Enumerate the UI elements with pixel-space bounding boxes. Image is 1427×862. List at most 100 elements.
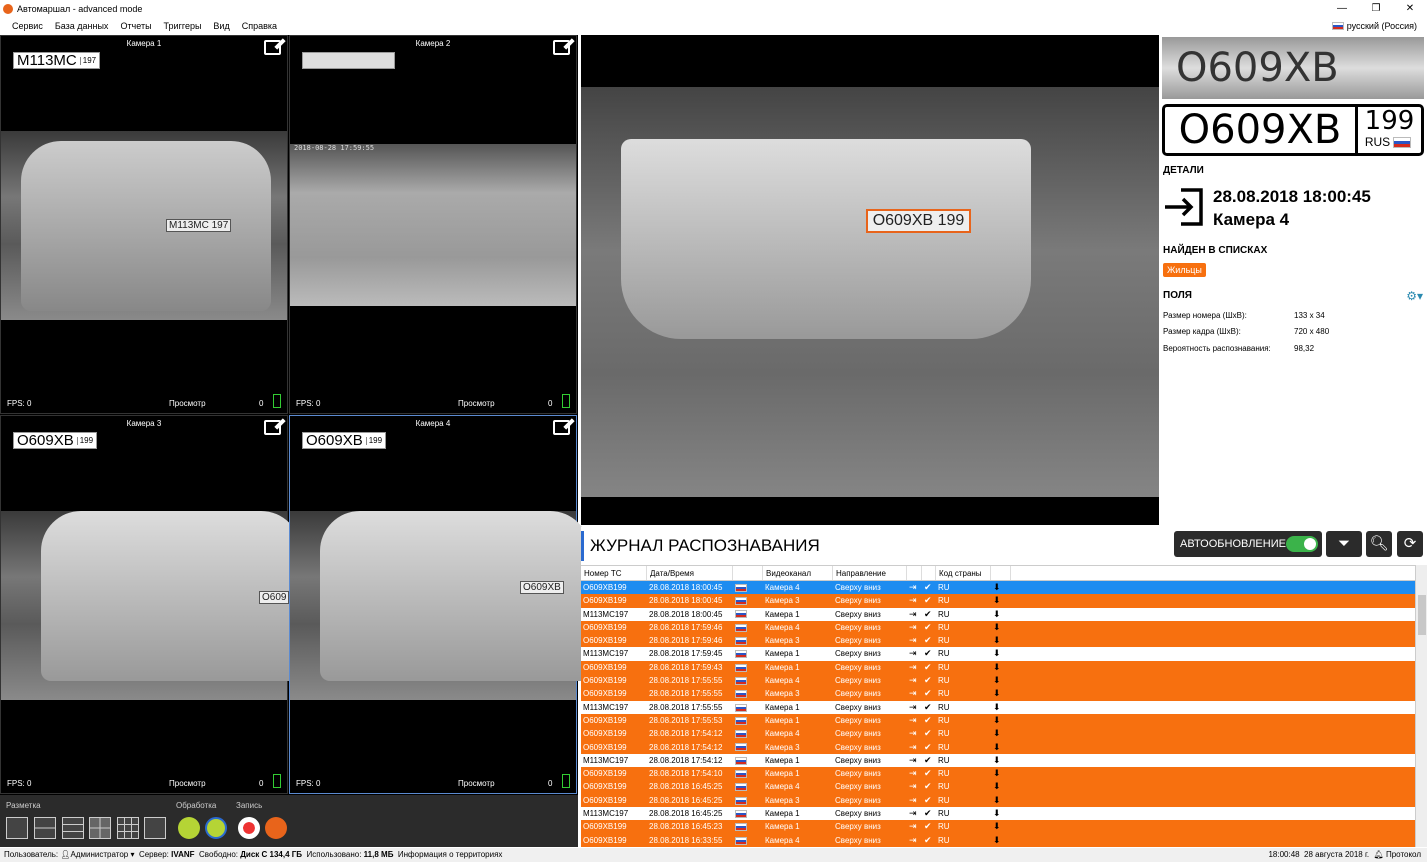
table-row[interactable]: О609ХВ199 28.08.2018 16:45:25 Камера 3 Свер… [581, 793, 1415, 808]
cell-country: RU [938, 809, 950, 819]
entry-icon: ⇥ [909, 648, 917, 659]
user-name[interactable]: Администратор [71, 848, 129, 862]
column-header[interactable] [922, 566, 936, 580]
edit-icon[interactable] [553, 420, 570, 435]
cell-datetime: 28.08.2018 17:54:10 [649, 769, 723, 779]
plate-photo: О609ХВ 199 [1162, 37, 1424, 153]
record-button[interactable] [238, 817, 260, 839]
cell-flag [733, 634, 763, 647]
gear-icon[interactable]: ⚙▾ [1406, 289, 1423, 303]
app-logo-icon [3, 3, 13, 14]
language-selector[interactable]: русский (Россия) [1331, 21, 1417, 31]
layout-2x1-button[interactable] [34, 817, 56, 839]
protocol-link[interactable]: Протокол [1386, 850, 1421, 859]
column-header[interactable] [991, 566, 1011, 580]
column-header[interactable]: Код страны [936, 566, 991, 580]
check-icon: ✔ [924, 781, 932, 792]
stop-record-button[interactable] [265, 817, 287, 839]
camera-tile-4[interactable]: Камера 4 О609ХВ 199 О609ХВ FPS: 0 Просмот… [289, 415, 590, 794]
field-label: Вероятность распознавания: [1163, 344, 1271, 353]
down-arrow-icon: ⬇ [993, 808, 1001, 819]
recognized-plate: О609ХВ 199 [302, 432, 387, 449]
table-row[interactable]: О609ХВ199 28.08.2018 16:45:23 Камера 1 Свер… [581, 820, 1415, 834]
layout-2x2-button[interactable] [89, 817, 111, 839]
layout-1x1-button[interactable] [6, 817, 28, 839]
field-label: Размер номера (ШxВ): [1163, 311, 1247, 320]
column-header[interactable] [733, 566, 763, 580]
layout-3x3-button[interactable] [117, 817, 139, 839]
recognized-plate: М113МС 197 [13, 52, 101, 69]
check-icon: ✔ [924, 648, 932, 659]
edit-icon[interactable] [264, 40, 281, 55]
menu-triggers[interactable]: Триггеры [164, 21, 202, 31]
journal-table: Номер ТС Дата/Время Видеоканал Направлен… [581, 565, 1415, 847]
table-row[interactable]: О609ХВ199 28.08.2018 18:00:45 Камера 3 Свер… [581, 594, 1415, 608]
menu-view[interactable]: Вид [213, 21, 229, 31]
cell-plate: О609ХВ199 [583, 795, 627, 805]
column-header[interactable]: Номер ТС [581, 566, 647, 580]
cell-camera: Камера 1 [765, 609, 800, 619]
layout-custom-button[interactable] [144, 817, 166, 839]
territory-info-link[interactable]: Информация о территориях [398, 848, 503, 862]
cell-direction: Сверху вниз [835, 715, 881, 725]
table-row[interactable]: О609ХВ199 28.08.2018 17:55:55 Камера 4 Свер… [581, 674, 1415, 688]
list-tag[interactable]: Жильцы [1163, 263, 1206, 277]
table-row[interactable]: О609ХВ199 28.08.2018 16:33:55 Камера 4 Свер… [581, 833, 1415, 847]
menu-database[interactable]: База данных [55, 21, 109, 31]
minimize-button[interactable]: — [1325, 0, 1359, 17]
cell-flag [733, 741, 763, 754]
column-header[interactable]: Направление [833, 566, 907, 580]
menu-reports[interactable]: Отчеты [120, 21, 151, 31]
refresh-icon[interactable]: ⟳ [1397, 531, 1423, 557]
recognized-plate: О609ХВ 199 [13, 432, 98, 449]
table-row[interactable]: О609ХВ199 28.08.2018 17:59:46 Камера 3 Свер… [581, 634, 1415, 648]
scrollbar-thumb[interactable] [1418, 595, 1426, 635]
stop-processing-button[interactable] [205, 817, 227, 839]
main-viewer[interactable]: О609ХВ 199 [581, 35, 1159, 525]
edit-icon[interactable] [553, 40, 570, 55]
camera-tile-3[interactable]: Камера 3 О609ХВ 199 О609 FPS: 0 Просмотр … [0, 415, 301, 794]
play-button[interactable] [178, 817, 200, 839]
table-row[interactable]: О609ХВ199 28.08.2018 17:59:43 Камера 1 Свер… [581, 660, 1415, 675]
search-icon[interactable]: 🔍︎ [1366, 531, 1392, 557]
table-row[interactable]: О609ХВ199 28.08.2018 17:54:10 Камера 1 Свер… [581, 767, 1415, 781]
journal-scrollbar[interactable] [1415, 565, 1427, 847]
filter-icon[interactable]: ⏷ [1326, 531, 1362, 557]
table-row[interactable]: М113МС197 28.08.2018 16:45:25 Камера 1 Свер… [581, 807, 1415, 821]
cell-flag [733, 767, 763, 780]
plate-region: 199 [1364, 106, 1415, 136]
column-header[interactable] [907, 566, 922, 580]
autoupdate-toggle[interactable]: АВТООБНОВЛЕНИЕ [1174, 531, 1322, 557]
table-row[interactable]: О609ХВ199 28.08.2018 17:55:55 Камера 3 Свер… [581, 687, 1415, 701]
field-value: 98,32 [1294, 344, 1315, 353]
table-row[interactable]: О609ХВ199 28.08.2018 17:54:12 Камера 3 Свер… [581, 740, 1415, 754]
layout-3x1-button[interactable] [62, 817, 84, 839]
table-row[interactable]: М113МС197 28.08.2018 17:54:12 Камера 1 Свер… [581, 753, 1415, 768]
table-row[interactable]: М113МС197 28.08.2018 17:59:45 Камера 1 Свер… [581, 647, 1415, 661]
maximize-button[interactable]: ❐ [1359, 0, 1393, 17]
toggle-switch[interactable] [1286, 536, 1318, 552]
menu-service[interactable]: Сервис [12, 21, 43, 31]
menu-help[interactable]: Справка [242, 21, 277, 31]
level-indicator [273, 394, 281, 408]
user-icon: 👤︎ [60, 850, 71, 859]
column-header[interactable]: Дата/Время [647, 566, 733, 580]
close-button[interactable]: ✕ [1393, 0, 1427, 17]
camera-tile-1[interactable]: Камера 1 М113МС 197 М113МС 197 FPS: 0 Про… [0, 35, 288, 414]
cell-plate: О609ХВ199 [583, 822, 627, 832]
table-row[interactable]: О609ХВ199 28.08.2018 17:54:12 Камера 4 Свер… [581, 727, 1415, 741]
table-row[interactable]: М113МС197 28.08.2018 17:55:55 Камера 1 Свер… [581, 700, 1415, 714]
cell-datetime: 28.08.2018 16:45:25 [649, 809, 723, 819]
table-row[interactable]: О609ХВ199 28.08.2018 17:55:53 Камера 1 Свер… [581, 713, 1415, 728]
cell-plate: М113МС197 [583, 649, 629, 659]
table-row[interactable]: О609ХВ199 28.08.2018 17:59:46 Камера 4 Свер… [581, 620, 1415, 635]
table-row[interactable]: О609ХВ199 28.08.2018 16:45:25 Камера 4 Свер… [581, 780, 1415, 794]
edit-icon[interactable] [264, 420, 281, 435]
check-icon: ✔ [924, 821, 932, 832]
entry-icon: ⇥ [909, 768, 917, 779]
cell-country: RU [938, 676, 950, 686]
table-row[interactable]: М113МС197 28.08.2018 18:00:45 Камера 1 Свер… [581, 607, 1415, 621]
column-header[interactable]: Видеоканал [763, 566, 833, 580]
table-row[interactable]: О609ХВ199 28.08.2018 18:00:45 Камера 4 Свер… [581, 581, 1415, 595]
camera-tile-2[interactable]: Камера 2 2018-08-28 17:59:55 FPS: 0 Прос… [289, 35, 577, 414]
